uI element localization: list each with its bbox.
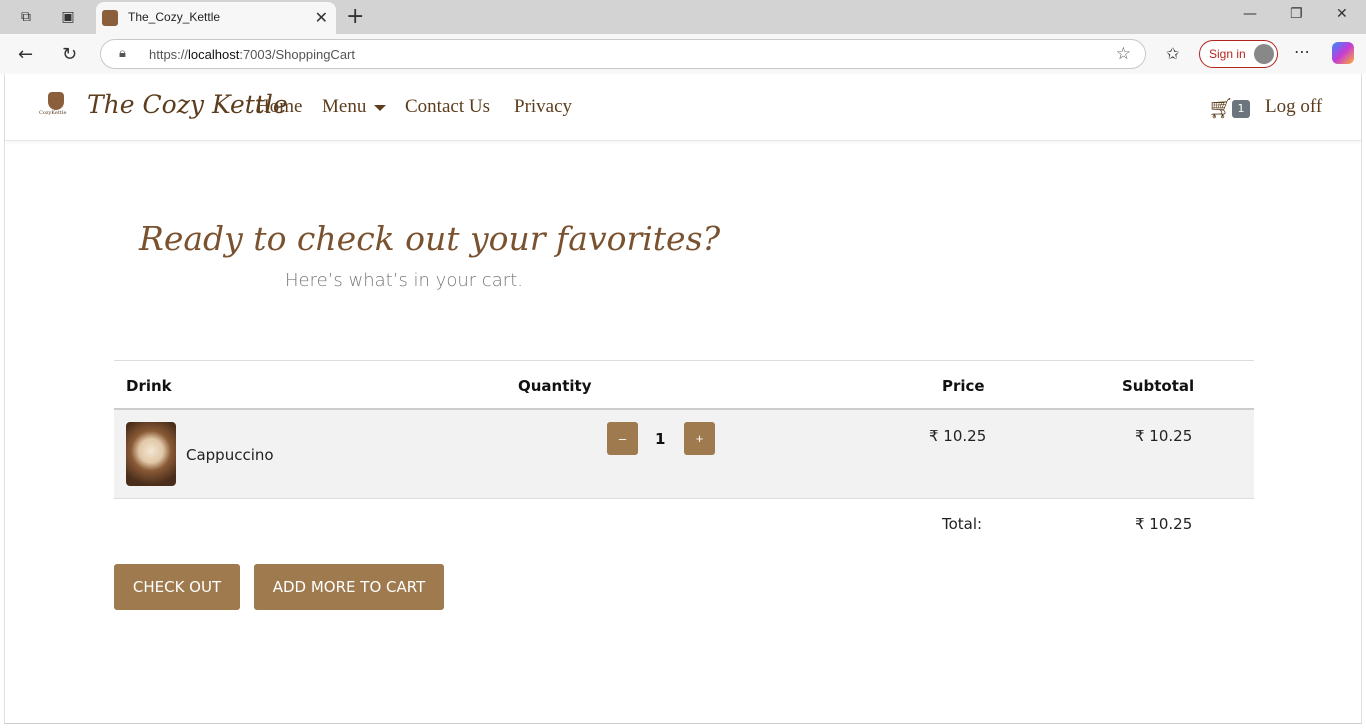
add-more-to-cart-button[interactable]: ADD MORE TO CART [254, 564, 444, 610]
decrease-quantity-button[interactable]: – [607, 422, 638, 455]
table-row: Cappuccino – 1 + ₹ 10.25 ₹ 10.25 [114, 410, 1254, 499]
workspaces-icon[interactable]: ⧉ [17, 8, 35, 26]
favorites-icon[interactable]: ✩ [1166, 44, 1179, 63]
tab-title: The_Cozy_Kettle [128, 10, 221, 24]
address-row: ← ↻ 🔒︎ https://localhost:7003/ShoppingCa… [0, 34, 1366, 74]
site-navbar: CozyKettle The Cozy Kettle Home Menu Con… [5, 74, 1361, 141]
log-off-link[interactable]: Log off [1265, 96, 1322, 118]
avatar [1254, 44, 1274, 64]
header-subtotal: Subtotal [1122, 377, 1195, 395]
sign-in-button[interactable]: Sign in [1199, 40, 1278, 68]
minimize-icon[interactable]: — [1243, 6, 1257, 22]
close-icon[interactable]: ✕ [315, 8, 328, 27]
window-close-icon[interactable]: ✕ [1336, 6, 1348, 22]
refresh-icon[interactable]: ↻ [62, 44, 77, 65]
star-icon[interactable]: ☆ [1116, 44, 1131, 64]
browser-tab[interactable]: The_Cozy_Kettle ✕ [96, 2, 336, 34]
kettle-icon [48, 92, 64, 110]
url-text: https://localhost:7003/ShoppingCart [149, 47, 355, 62]
maximize-icon[interactable]: ❐ [1290, 6, 1303, 22]
item-price: ₹ 10.25 [929, 427, 987, 445]
lock-icon[interactable]: 🔒︎ [119, 46, 126, 61]
cart-table: Drink Quantity Price Subtotal Cappuccino… [114, 360, 1254, 549]
page-subtitle: Here’s what’s in your cart. [285, 270, 523, 291]
back-icon[interactable]: ← [18, 44, 33, 65]
cappuccino-image [126, 422, 176, 486]
nav-home[interactable]: Home [256, 96, 302, 118]
nav-privacy[interactable]: Privacy [514, 96, 572, 118]
check-out-button[interactable]: CHECK OUT [114, 564, 240, 610]
nav-contact[interactable]: Contact Us [405, 96, 490, 118]
table-header: Drink Quantity Price Subtotal [114, 360, 1254, 410]
total-row: Total: ₹ 10.25 [114, 499, 1254, 549]
item-subtotal: ₹ 10.25 [1135, 427, 1193, 445]
cart-icon[interactable]: 🛒︎ [1208, 96, 1233, 120]
total-label: Total: [942, 515, 983, 533]
browser-chrome: ⧉ ▣ The_Cozy_Kettle ✕ + — ❐ ✕ ← ↻ 🔒︎ htt… [0, 0, 1366, 74]
more-icon[interactable]: ⋯ [1294, 42, 1310, 61]
quantity-value: 1 [655, 430, 666, 448]
increase-quantity-button[interactable]: + [684, 422, 715, 455]
logo[interactable]: CozyKettle [39, 90, 73, 120]
tab-actions-icon[interactable]: ▣ [59, 8, 77, 26]
caret-down-icon [374, 104, 387, 111]
page-content: CozyKettle The Cozy Kettle Home Menu Con… [4, 74, 1362, 724]
favicon-icon [102, 10, 118, 26]
address-bar[interactable]: 🔒︎ https://localhost:7003/ShoppingCart ☆ [100, 39, 1146, 69]
header-drink: Drink [126, 377, 172, 395]
header-price: Price [942, 377, 985, 395]
tab-bar: ⧉ ▣ The_Cozy_Kettle ✕ + — ❐ ✕ [0, 0, 1366, 34]
total-value: ₹ 10.25 [1135, 515, 1193, 533]
page-title: Ready to check out your favorites? [139, 219, 721, 258]
new-tab-icon[interactable]: + [346, 4, 364, 29]
copilot-icon[interactable] [1332, 42, 1354, 64]
header-quantity: Quantity [518, 377, 592, 395]
cart-count-badge: 1 [1232, 100, 1250, 118]
nav-menu-dropdown[interactable]: Menu [322, 96, 387, 118]
drink-name: Cappuccino [186, 446, 274, 464]
